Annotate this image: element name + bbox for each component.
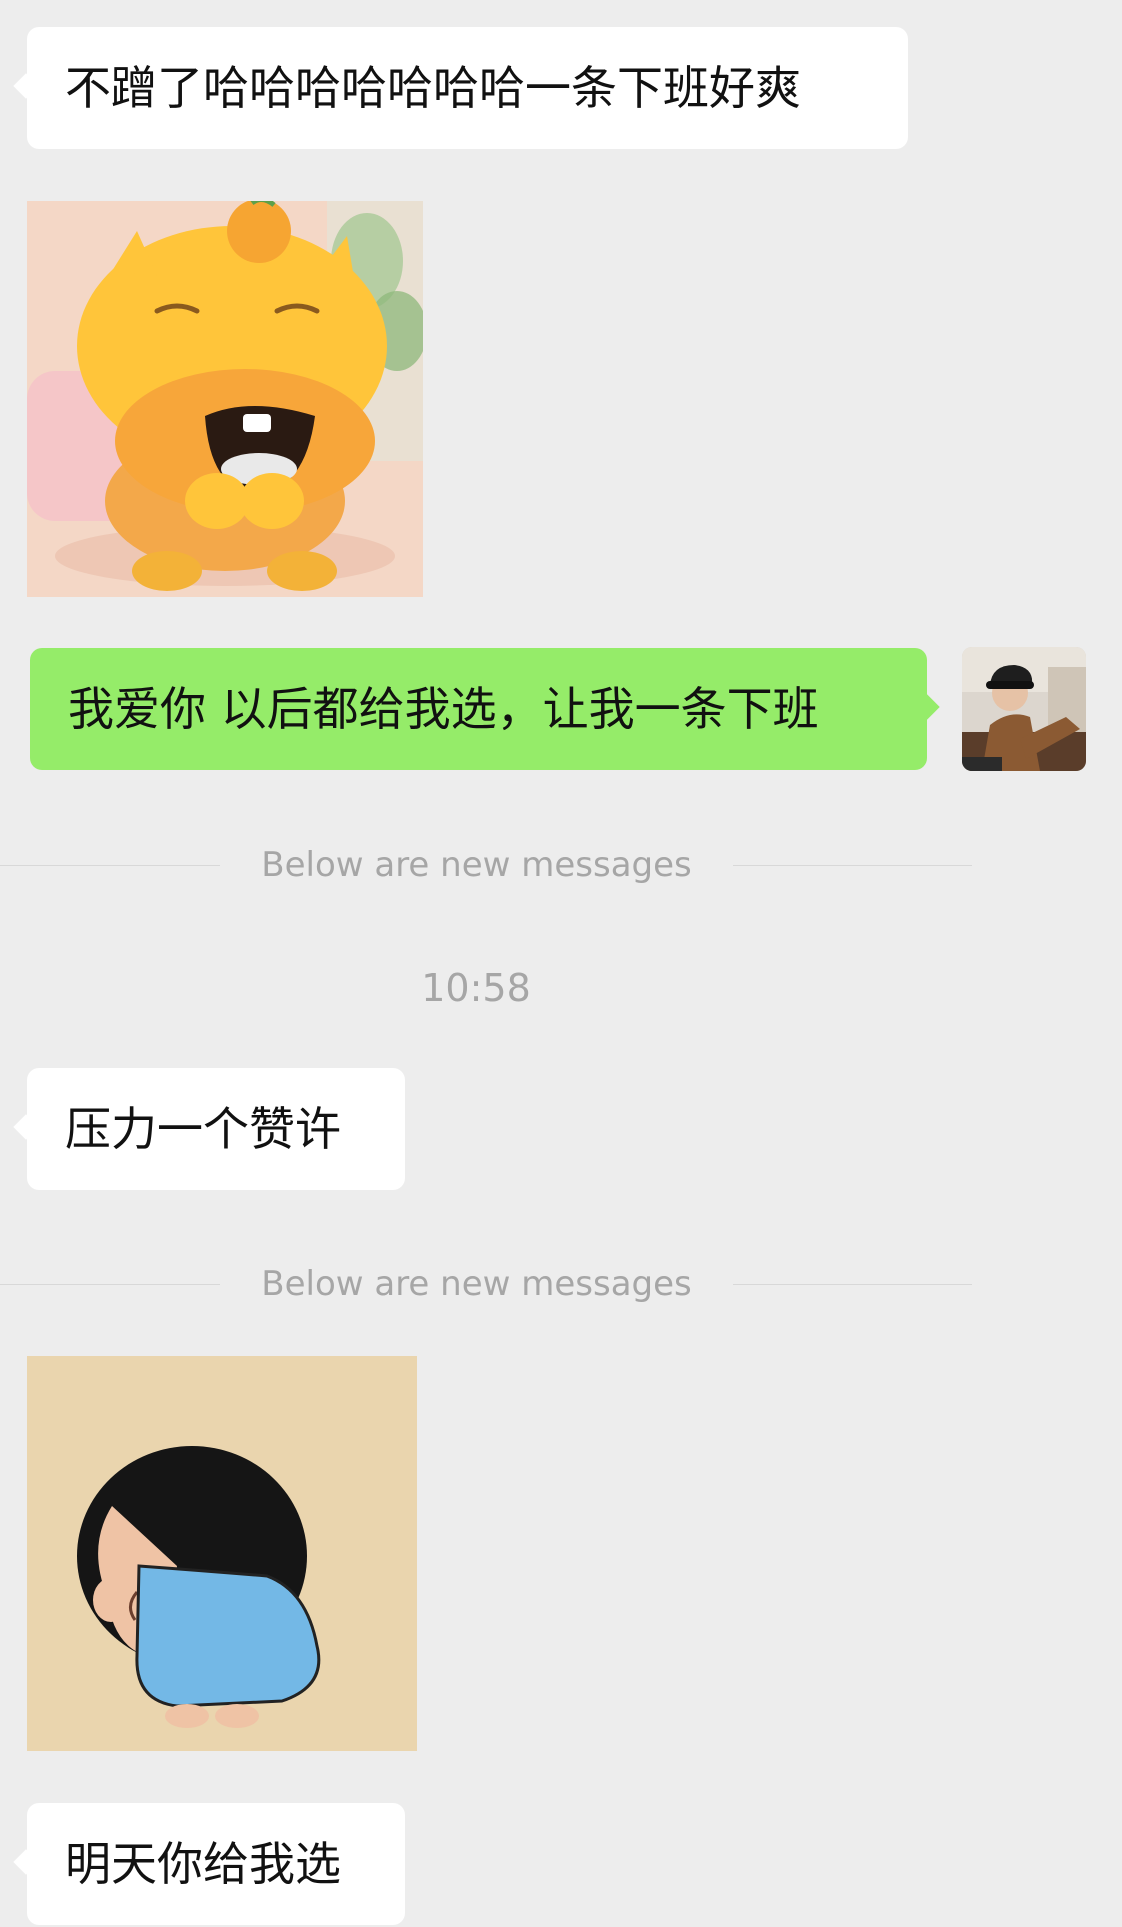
message-bubble-incoming[interactable]: 压力一个赞许 (27, 1068, 405, 1190)
message-timestamp: 10:58 (421, 966, 531, 1010)
new-messages-divider: Below are new messages (0, 843, 972, 887)
message-text: 压力一个赞许 (65, 1102, 341, 1156)
message-bubble-incoming[interactable]: 不蹭了哈哈哈哈哈哈哈一条下班好爽 (27, 27, 908, 149)
message-text: 我爱你 以后都给我选，让我一条下班 (68, 682, 819, 736)
message-text: 明天你给我选 (65, 1837, 341, 1891)
divider-line (0, 865, 220, 866)
divider-text: Below are new messages (261, 845, 692, 885)
shinchan-walking-sticker[interactable] (27, 1356, 417, 1751)
shinchan-walking-icon (27, 1356, 417, 1751)
divider-line (733, 865, 972, 866)
divider-line (0, 1284, 220, 1285)
message-bubble-incoming[interactable]: 明天你给我选 (27, 1803, 405, 1925)
divider-text: Below are new messages (261, 1264, 692, 1304)
chat-message-list: 不蹭了哈哈哈哈哈哈哈一条下班好爽 我爱你 以后都给我选，让我一条下班 Below… (0, 0, 1122, 1927)
message-text: 不蹭了哈哈哈哈哈哈哈一条下班好爽 (65, 61, 801, 115)
message-bubble-outgoing[interactable]: 我爱你 以后都给我选，让我一条下班 (30, 648, 927, 770)
avatar-photo-icon (962, 647, 1086, 771)
user-avatar-photo[interactable] (962, 647, 1086, 771)
new-messages-divider: Below are new messages (0, 1262, 972, 1306)
divider-line (733, 1284, 972, 1285)
laughing-yellow-cartoon-sticker[interactable] (27, 201, 423, 597)
laughing-yellow-cartoon-icon (27, 201, 423, 597)
